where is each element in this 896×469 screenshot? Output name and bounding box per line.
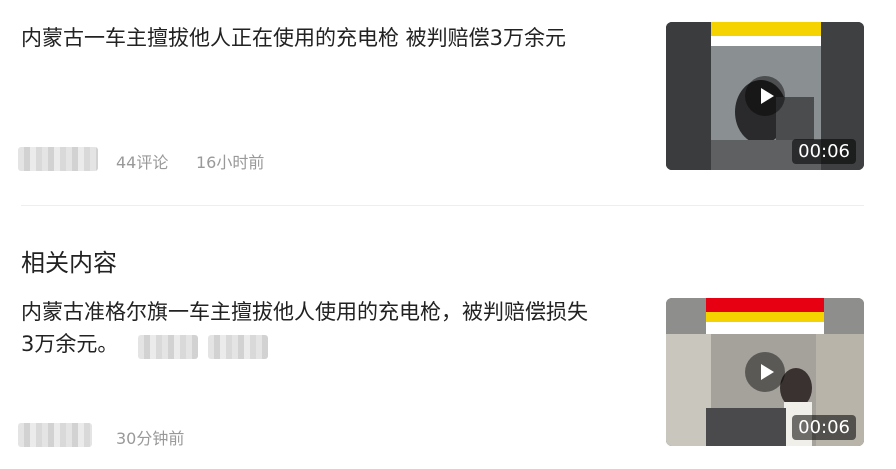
related-content-heading: 相关内容: [21, 249, 117, 277]
video-thumbnail[interactable]: 00:06: [666, 22, 864, 170]
divider: [21, 205, 864, 206]
news-card-1[interactable]: 内蒙古一车主擅拔他人正在使用的充电枪 被判赔偿3万余元 44评论 16小时前 0…: [0, 0, 896, 205]
publish-time: 30分钟前: [116, 429, 185, 448]
play-icon[interactable]: [745, 352, 785, 392]
video-thumbnail[interactable]: 00:06: [666, 298, 864, 446]
source-name-blurred[interactable]: [18, 147, 98, 171]
article-title[interactable]: 内蒙古一车主擅拔他人正在使用的充电枪 被判赔偿3万余元: [21, 23, 566, 54]
article-title-line1[interactable]: 内蒙古准格尔旗一车主擅拔他人使用的充电枪，被判赔偿损失: [21, 297, 588, 328]
play-icon[interactable]: [745, 76, 785, 116]
source-name-blurred[interactable]: [18, 423, 92, 447]
article-title-line2[interactable]: 3万余元。: [21, 329, 118, 360]
publish-time: 16小时前: [196, 153, 265, 172]
tag-blurred[interactable]: [138, 335, 198, 359]
news-card-2[interactable]: 内蒙古准格尔旗一车主擅拔他人使用的充电枪，被判赔偿损失 3万余元。 30分钟前 …: [0, 295, 896, 469]
video-duration: 00:06: [792, 415, 856, 440]
comment-count: 44评论: [116, 153, 169, 172]
video-duration: 00:06: [792, 139, 856, 164]
tag-blurred[interactable]: [208, 335, 268, 359]
